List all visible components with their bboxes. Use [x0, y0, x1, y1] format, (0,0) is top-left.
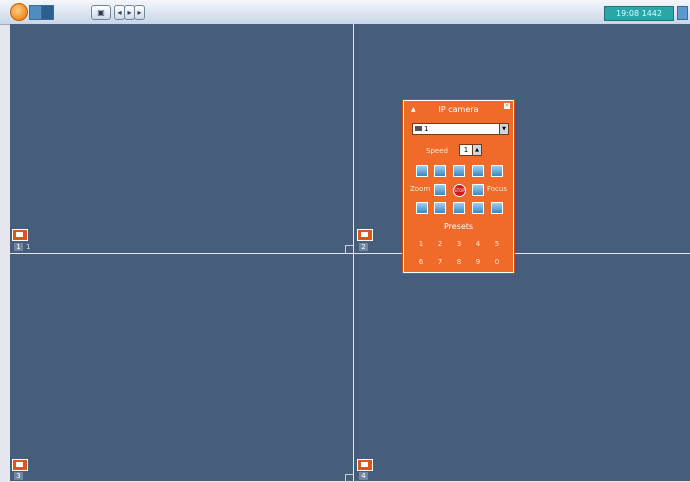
- camera-icon[interactable]: [357, 229, 373, 241]
- next-button[interactable]: ▸: [134, 5, 145, 20]
- preset-button-6[interactable]: 6: [415, 258, 427, 266]
- zoom-label: Zoom: [410, 185, 431, 193]
- presets-label: Presets: [443, 222, 474, 231]
- close-icon[interactable]: ×: [504, 103, 510, 109]
- camera-viewport-4[interactable]: [354, 254, 690, 481]
- channel-label: 11: [14, 243, 30, 252]
- preset-button-3[interactable]: 3: [453, 240, 465, 248]
- preset-button-8[interactable]: 8: [453, 258, 465, 266]
- app-logo-icon[interactable]: [10, 3, 28, 21]
- camera-small-icon: [415, 126, 422, 131]
- preset-button-1[interactable]: 1: [415, 240, 427, 248]
- focus-label: Focus: [487, 185, 507, 193]
- preset-button-2[interactable]: 2: [434, 240, 446, 248]
- pan-right-button[interactable]: [472, 184, 484, 196]
- channel-label: 2: [359, 243, 371, 252]
- preset-button-4[interactable]: 4: [472, 240, 484, 248]
- stop-button[interactable]: STOP: [453, 184, 466, 197]
- channel-label: 3: [14, 472, 26, 481]
- focus-far-button[interactable]: [491, 202, 503, 214]
- preset-button-9[interactable]: 9: [472, 258, 484, 266]
- tilt-up-left-button[interactable]: [434, 165, 446, 177]
- chevron-down-icon[interactable]: ▼: [499, 124, 508, 134]
- horizontal-divider: [10, 253, 690, 254]
- status-clock: 19:08 1442: [604, 6, 674, 21]
- preset-button-0[interactable]: 0: [491, 258, 503, 266]
- camera-viewport-3[interactable]: [10, 254, 353, 481]
- tilt-down-button[interactable]: [453, 202, 465, 214]
- tilt-down-left-button[interactable]: [434, 202, 446, 214]
- window-icon[interactable]: [677, 6, 688, 20]
- speed-spinner[interactable]: ▲: [472, 144, 482, 156]
- quad-view-icon[interactable]: [41, 5, 54, 20]
- preset-button-7[interactable]: 7: [434, 258, 446, 266]
- panel-title: IP camera: [438, 105, 479, 114]
- tilt-up-button[interactable]: [453, 165, 465, 177]
- corner-marker: [345, 245, 353, 253]
- pan-up-right-button[interactable]: [491, 165, 503, 177]
- zoom-out-button[interactable]: [416, 202, 428, 214]
- camera-select[interactable]: 1 ▼: [412, 123, 509, 135]
- pan-left-button[interactable]: [434, 184, 446, 196]
- tilt-down-right-button[interactable]: [472, 202, 484, 214]
- preset-button-5[interactable]: 5: [491, 240, 503, 248]
- channel-label: 4: [359, 472, 371, 481]
- camera-icon[interactable]: [357, 459, 373, 471]
- snapshot-button[interactable]: ▣: [91, 5, 111, 20]
- pan-up-left-button[interactable]: [416, 165, 428, 177]
- camera-icon[interactable]: [12, 459, 28, 471]
- ptz-control-panel: ▲ IP camera × 1 ▼ Speed 1 ▲ Zoom STOP Fo…: [403, 100, 514, 273]
- tilt-up-right-button[interactable]: [472, 165, 484, 177]
- camera-icon[interactable]: [12, 229, 28, 241]
- speed-label: Speed: [426, 147, 448, 155]
- speed-input[interactable]: 1: [459, 144, 473, 156]
- camera-viewport-1[interactable]: [10, 24, 353, 253]
- toolbar: ▣ ◂ ▸ ▸ 19:08 1442: [0, 0, 690, 25]
